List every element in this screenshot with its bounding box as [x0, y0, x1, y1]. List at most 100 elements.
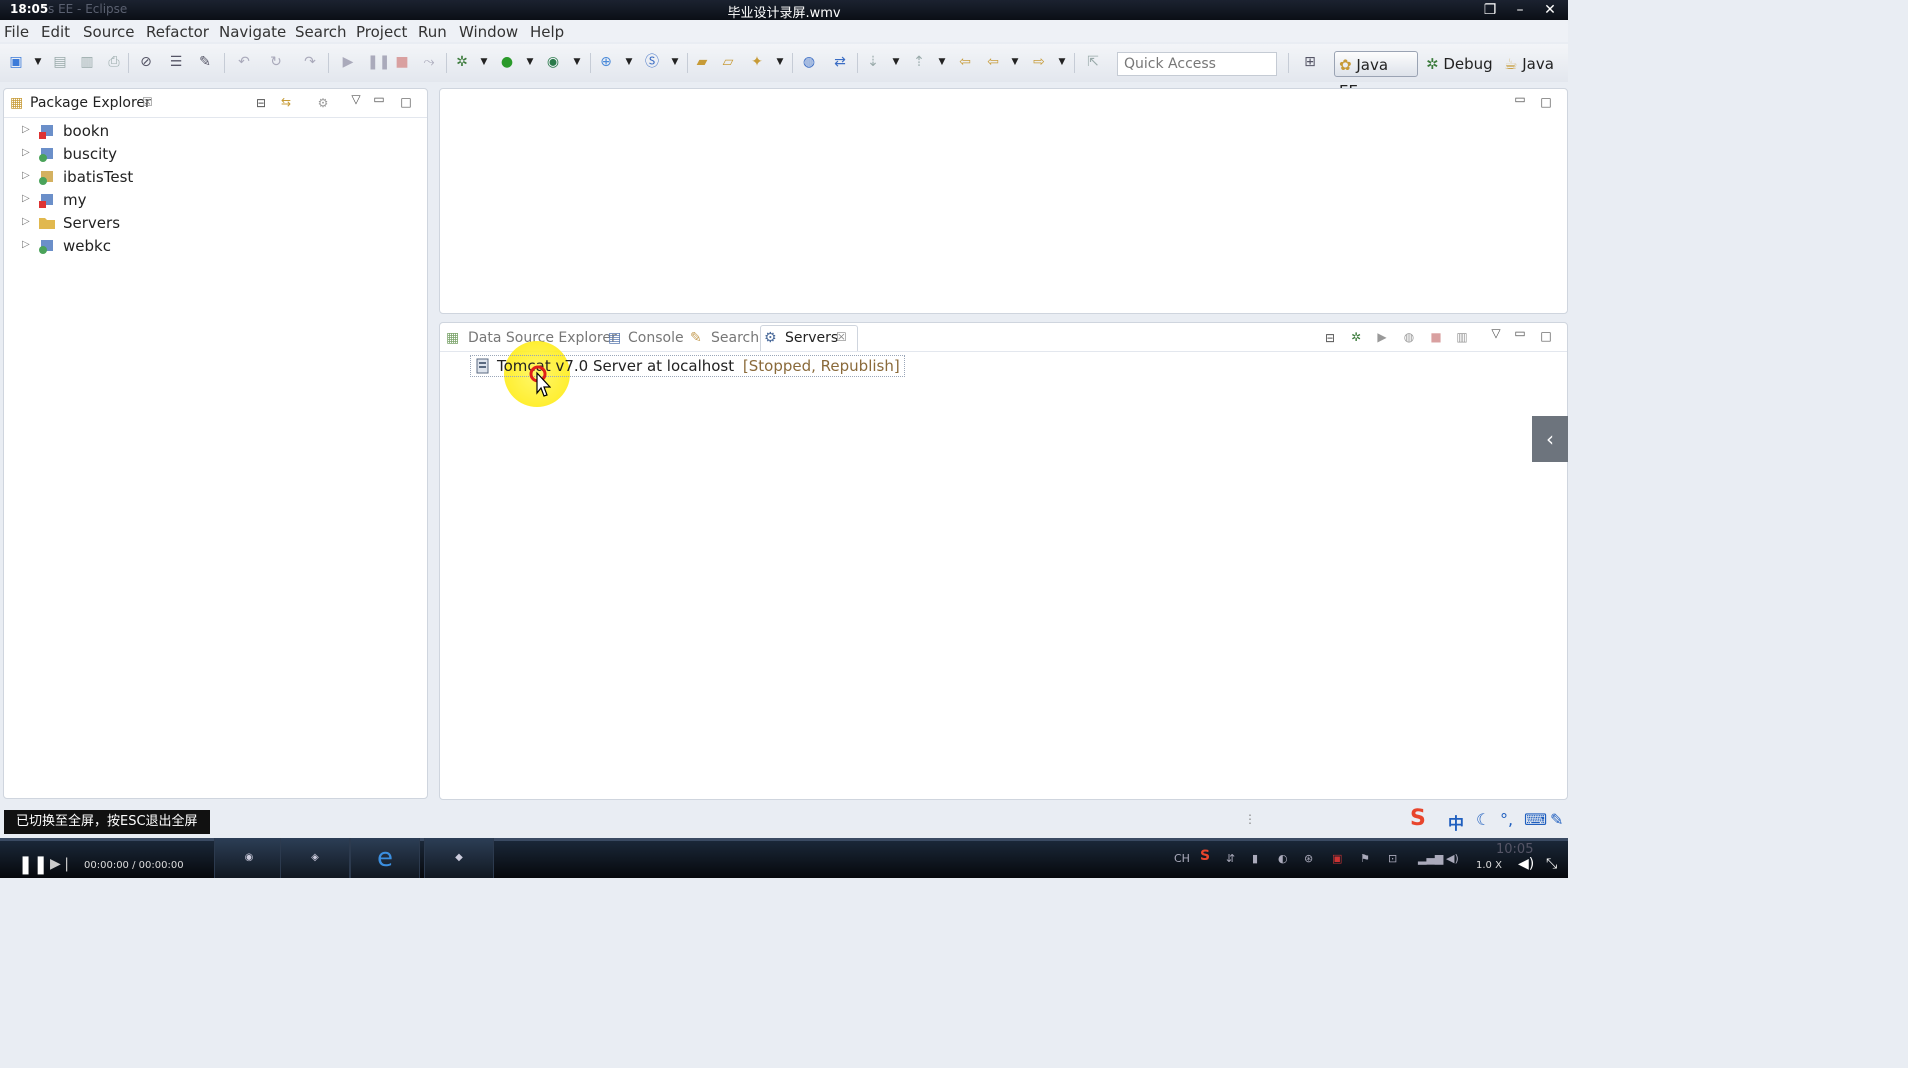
- menu-edit[interactable]: Edit: [41, 23, 70, 41]
- tray-icon[interactable]: ⇵: [1226, 852, 1235, 865]
- side-panel-toggle-icon[interactable]: ‹: [1532, 416, 1568, 462]
- menu-window[interactable]: Window: [459, 23, 518, 41]
- expand-icon[interactable]: ▷: [22, 170, 30, 181]
- tab-servers[interactable]: Servers: [785, 330, 838, 346]
- close-tab-icon[interactable]: ☒: [836, 330, 847, 344]
- save-icon[interactable]: ▤: [52, 54, 68, 70]
- new-icon[interactable]: ▣: [8, 54, 24, 70]
- start-server-icon[interactable]: ▶: [1374, 330, 1390, 344]
- filter-icon[interactable]: ⚙: [315, 96, 331, 110]
- dropdown-icon[interactable]: ▼: [888, 54, 904, 70]
- moon-icon[interactable]: ☾: [1476, 810, 1490, 829]
- expand-icon[interactable]: ▷: [22, 216, 30, 227]
- dropdown-icon[interactable]: ▼: [1054, 54, 1070, 70]
- minimize-view-icon[interactable]: ▭: [1512, 326, 1528, 340]
- debug-icon[interactable]: ✲: [454, 54, 470, 70]
- dropdown-icon[interactable]: ▼: [476, 54, 492, 70]
- ime-mode-label[interactable]: 中: [1448, 810, 1464, 834]
- tray-icon[interactable]: ▣: [1332, 852, 1342, 865]
- volume-icon[interactable]: ◀): [1518, 856, 1534, 872]
- collapse-all-icon[interactable]: ⊟: [253, 96, 269, 110]
- menu-file[interactable]: File: [4, 23, 29, 41]
- minimize-view-icon[interactable]: ▭: [371, 92, 387, 106]
- publish-server-icon[interactable]: ▥: [1454, 330, 1470, 344]
- dropdown-icon[interactable]: ▼: [934, 54, 950, 70]
- menu-project[interactable]: Project: [356, 23, 407, 41]
- toggle-mark-icon[interactable]: ☰: [168, 54, 184, 70]
- stop-server-icon[interactable]: ■: [1428, 330, 1444, 344]
- print-icon[interactable]: ⎙: [106, 54, 122, 70]
- view-menu-icon[interactable]: ▽: [348, 92, 364, 106]
- minimize-window-icon[interactable]: –: [1506, 0, 1534, 20]
- redo-icon[interactable]: ↻: [268, 54, 284, 70]
- resume-icon[interactable]: ▶: [340, 54, 356, 70]
- minimize-view-icon[interactable]: ▭: [1512, 92, 1528, 106]
- terminate-icon[interactable]: ■: [394, 54, 410, 70]
- new-server-icon[interactable]: ⊕: [598, 54, 614, 70]
- menu-navigate[interactable]: Navigate: [219, 23, 286, 41]
- last-edit-location-icon[interactable]: ⇦: [957, 54, 973, 70]
- back-icon[interactable]: ⇦: [985, 54, 1001, 70]
- expand-icon[interactable]: ▷: [22, 239, 30, 250]
- perspective-java-ee[interactable]: ✿ Java EE: [1334, 51, 1418, 100]
- expand-icon[interactable]: ▷: [22, 147, 30, 158]
- save-all-icon[interactable]: ▥: [79, 54, 95, 70]
- menu-refactor[interactable]: Refactor: [146, 23, 209, 41]
- close-window-icon[interactable]: ✕: [1536, 0, 1564, 20]
- tray-icon[interactable]: ◐: [1278, 852, 1288, 865]
- run-external-icon[interactable]: ◉: [545, 54, 561, 70]
- dropdown-icon[interactable]: ▼: [667, 54, 683, 70]
- open-perspective-icon[interactable]: ⊞: [1302, 54, 1318, 70]
- menu-source[interactable]: Source: [83, 23, 135, 41]
- profile-server-icon[interactable]: ◍: [1401, 330, 1417, 344]
- taskbar-ie-icon[interactable]: e: [350, 838, 420, 878]
- undo-icon[interactable]: ↶: [236, 54, 252, 70]
- new-web-service-icon[interactable]: Ⓢ: [644, 54, 660, 70]
- run-icon[interactable]: ●: [499, 54, 515, 70]
- package-explorer-tab[interactable]: Package Explorer: [30, 95, 151, 111]
- collapse-all-icon[interactable]: ⊟: [1322, 331, 1338, 345]
- tray-language[interactable]: CH: [1174, 852, 1190, 865]
- dropdown-icon[interactable]: ▼: [1007, 54, 1023, 70]
- sogou-ime-icon[interactable]: S: [1410, 806, 1426, 831]
- menu-search[interactable]: Search: [295, 23, 347, 41]
- disconnect-icon[interactable]: ⤳: [421, 54, 437, 70]
- step-return-icon[interactable]: ↷: [302, 54, 318, 70]
- dropdown-icon[interactable]: ▼: [772, 54, 788, 70]
- restore-window-icon[interactable]: ❐: [1476, 0, 1504, 20]
- pin-editor-icon[interactable]: ⇱: [1085, 54, 1101, 70]
- suspend-icon[interactable]: ❚❚: [367, 54, 390, 70]
- quick-access-input[interactable]: Quick Access: [1117, 52, 1277, 76]
- exit-fullscreen-icon[interactable]: ⤡: [1546, 856, 1557, 872]
- dropdown-icon[interactable]: ▼: [621, 54, 637, 70]
- maximize-view-icon[interactable]: □: [1538, 95, 1554, 109]
- open-type-icon[interactable]: ▰: [694, 54, 710, 70]
- menu-run[interactable]: Run: [418, 23, 447, 41]
- taskbar-app-icon[interactable]: ◆: [424, 838, 494, 878]
- tray-network-icon[interactable]: ▂▄▆: [1418, 852, 1443, 865]
- skip-breakpoints-icon[interactable]: ⊘: [138, 54, 154, 70]
- previous-annotation-icon[interactable]: ⇡: [911, 54, 927, 70]
- tab-search[interactable]: Search: [711, 330, 759, 346]
- dropdown-icon[interactable]: ▼: [30, 54, 46, 70]
- tray-icon[interactable]: ▮: [1252, 852, 1258, 865]
- dropdown-icon[interactable]: ▼: [569, 54, 585, 70]
- tray-flag-icon[interactable]: ⚑: [1360, 852, 1370, 865]
- next-icon[interactable]: ▶❘: [50, 856, 73, 872]
- view-menu-icon[interactable]: ▽: [1488, 326, 1504, 340]
- pause-icon[interactable]: ❚❚: [18, 854, 48, 875]
- wrench-icon[interactable]: ✎: [1550, 810, 1563, 829]
- tray-volume-icon[interactable]: ◀): [1446, 852, 1459, 865]
- playback-speed[interactable]: 1.0 X: [1476, 860, 1502, 871]
- maximize-view-icon[interactable]: □: [1538, 329, 1554, 343]
- punctuation-icon[interactable]: °,: [1500, 810, 1513, 829]
- taskbar-eclipse-icon[interactable]: ◈: [280, 838, 350, 878]
- tab-console[interactable]: Console: [628, 330, 684, 346]
- format-icon[interactable]: ✎: [197, 54, 213, 70]
- splitter-handle[interactable]: ⋮: [1244, 812, 1256, 826]
- debug-server-icon[interactable]: ✲: [1348, 330, 1364, 344]
- next-annotation-icon[interactable]: ⇣: [865, 54, 881, 70]
- menu-help[interactable]: Help: [530, 23, 564, 41]
- globe-icon[interactable]: ◍: [801, 54, 817, 70]
- taskbar-app-icon[interactable]: ◉: [214, 838, 284, 878]
